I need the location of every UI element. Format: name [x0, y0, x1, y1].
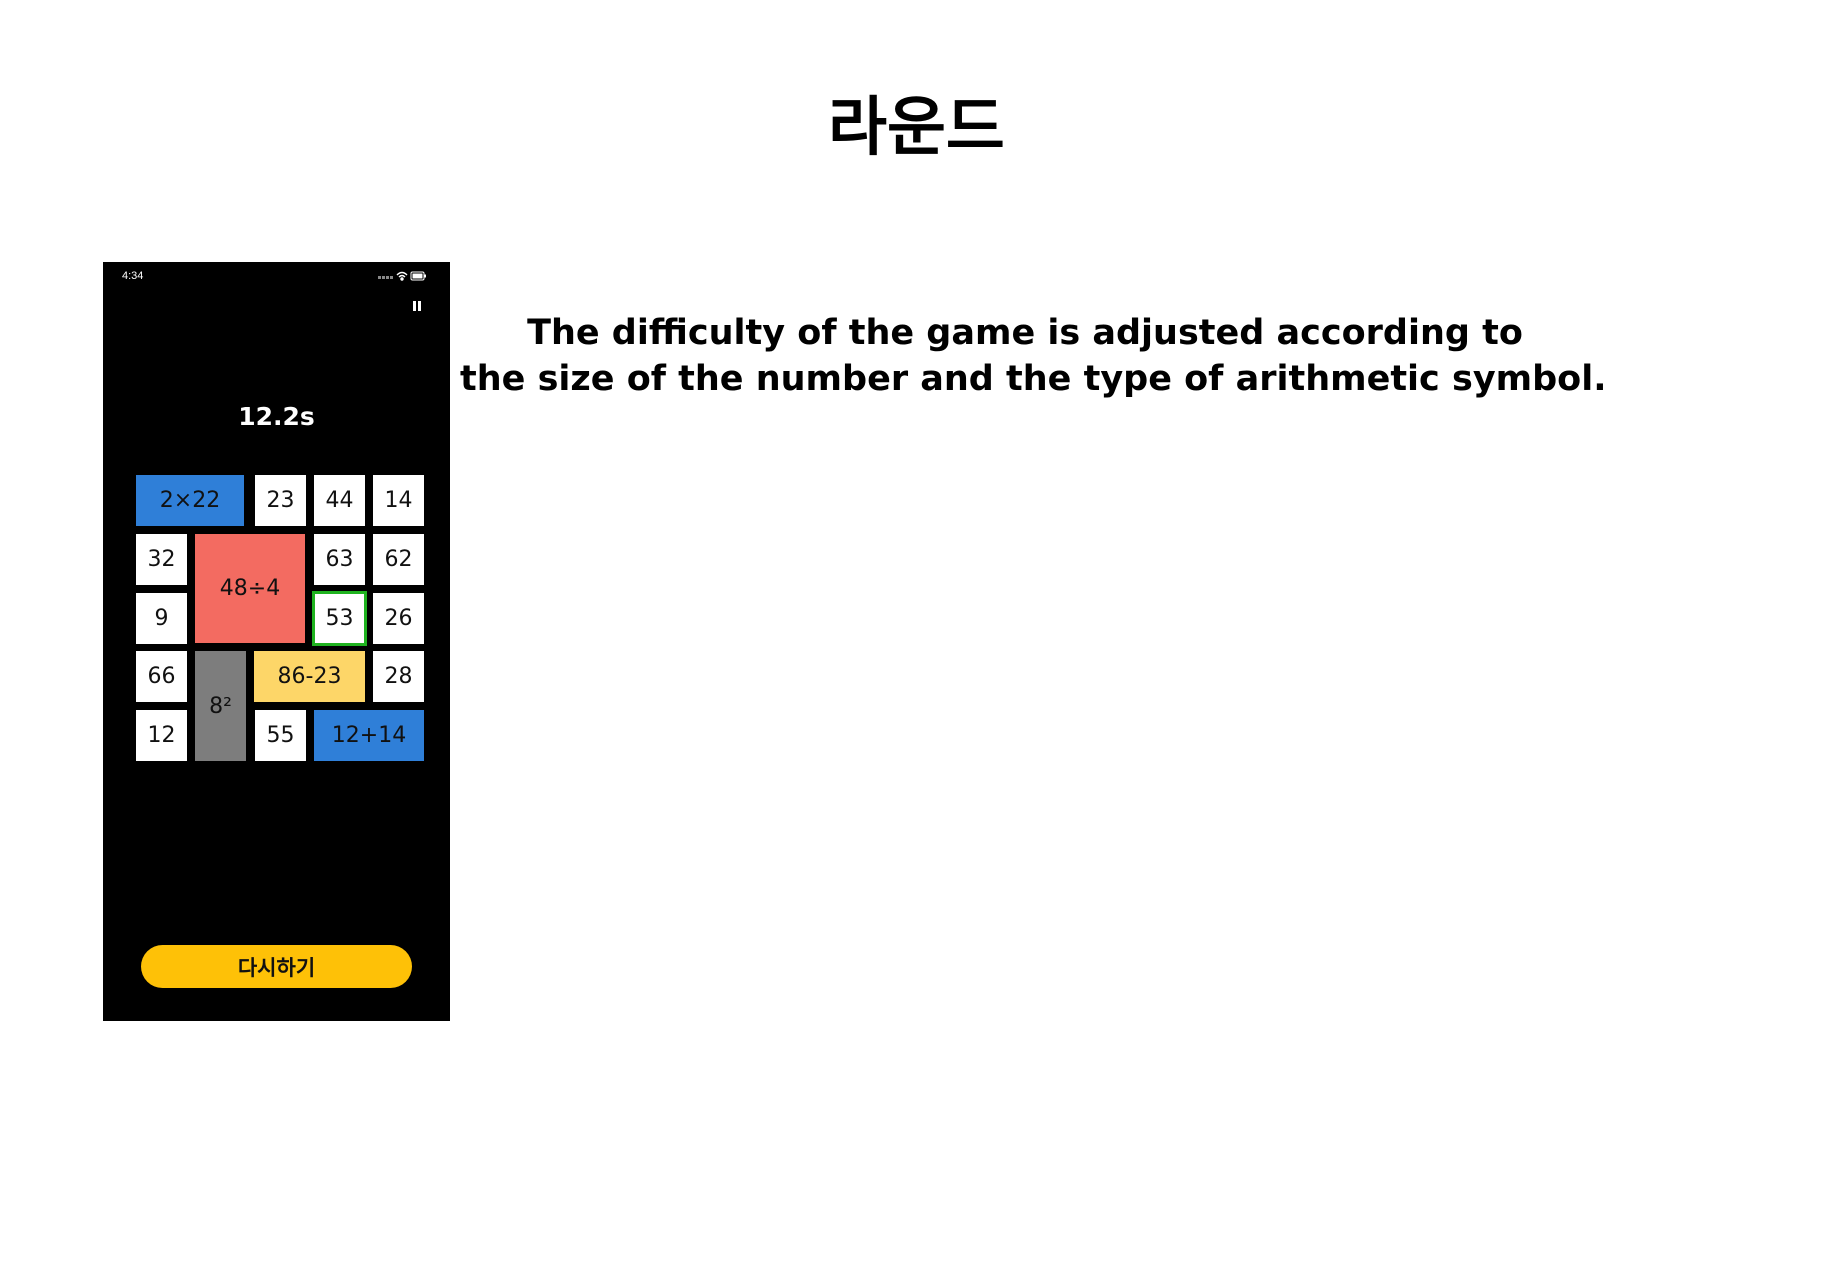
wifi-icon	[396, 271, 408, 281]
tile[interactable]: 23	[255, 475, 306, 526]
timer: 12.2s	[238, 402, 315, 431]
tile[interactable]: 63	[314, 534, 365, 585]
signal-icon	[378, 276, 393, 279]
tile[interactable]: 26	[373, 593, 424, 644]
description-line-1: The difficulty of the game is adjusted a…	[527, 313, 1523, 353]
tile[interactable]: 44	[314, 475, 365, 526]
retry-button[interactable]: 다시하기	[141, 945, 412, 988]
pause-icon[interactable]	[412, 300, 422, 312]
tile[interactable]: 9	[136, 593, 187, 644]
status-icons	[378, 271, 426, 281]
phone-screenshot: 4:34 12.2s 2×22 23 44 14 32 48÷4 63 62 9…	[103, 262, 450, 1021]
tile[interactable]: 12	[136, 710, 187, 761]
tile[interactable]: 86-23	[254, 651, 365, 702]
tile[interactable]: 12+14	[314, 710, 424, 761]
description-line-2: the size of the number and the type of a…	[460, 359, 1607, 399]
tile[interactable]: 28	[373, 651, 424, 702]
page-title: 라운드	[828, 91, 1005, 165]
tile[interactable]: 55	[255, 710, 306, 761]
tile[interactable]: 32	[136, 534, 187, 585]
status-time: 4:34	[122, 270, 144, 282]
number-board: 2×22 23 44 14 32 48÷4 63 62 9 53 26 66 8…	[133, 475, 424, 771]
tile[interactable]: 48÷4	[195, 534, 305, 643]
tile[interactable]: 66	[136, 651, 187, 702]
description: The difficulty of the game is adjusted a…	[460, 310, 1607, 402]
battery-icon	[410, 271, 426, 281]
tile[interactable]: 14	[373, 475, 424, 526]
tile[interactable]: 62	[373, 534, 424, 585]
tile[interactable]: 8²	[195, 651, 246, 761]
tile[interactable]: 53	[312, 591, 367, 646]
tile[interactable]: 2×22	[136, 475, 244, 526]
